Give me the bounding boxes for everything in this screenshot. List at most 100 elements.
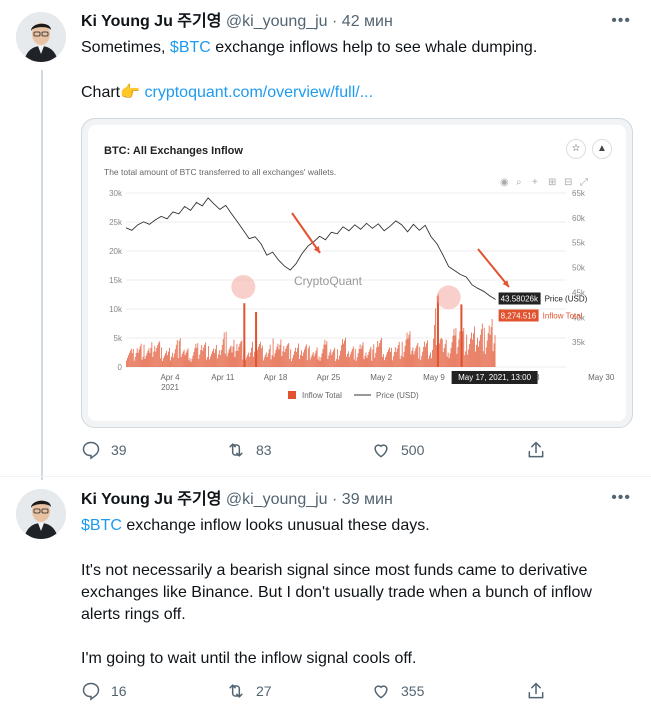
inflow-bar: [168, 351, 169, 367]
right-axis-tick-label: 55k: [572, 239, 586, 248]
inflow-bar: [268, 349, 270, 367]
inflow-bar: [439, 339, 441, 367]
inflow-bar: [250, 352, 252, 367]
inflow-bar: [426, 343, 428, 367]
tweet-2[interactable]: Ki Young Ju 주기영 @ki_young_ju · 39 мин ••…: [0, 476, 651, 713]
chart-url-link[interactable]: cryptoquant.com/overview/full/...: [145, 84, 374, 101]
inflow-bar: [173, 353, 175, 367]
inflow-bar: [449, 353, 451, 367]
inflow-bar: [270, 359, 272, 367]
like-button[interactable]: 500: [371, 440, 424, 460]
inflow-bar: [160, 358, 162, 367]
inflow-bar: [261, 345, 263, 367]
author-name[interactable]: Ki Young Ju 주기영: [81, 13, 221, 30]
inflow-bar: [148, 348, 150, 367]
inflow-bar: [300, 354, 301, 367]
inflow-bar: [183, 349, 185, 367]
inflow-bar: [254, 351, 255, 367]
share-button[interactable]: [526, 681, 546, 701]
reply-button[interactable]: 39: [81, 440, 127, 460]
reply-button[interactable]: 16: [81, 681, 127, 701]
inflow-bar: [315, 350, 317, 367]
inflow-bar: [399, 359, 401, 367]
share-icon: [528, 441, 544, 458]
inflow-bar: [234, 357, 236, 367]
inflow-bar: [186, 350, 188, 367]
chart-image[interactable]: BTC: All Exchanges Inflow The total amou…: [81, 118, 633, 428]
inflow-bar: [333, 349, 335, 367]
inflow-bar: [484, 354, 486, 367]
author-handle[interactable]: @ki_young_ju: [226, 13, 328, 30]
inflow-bar: [394, 347, 396, 367]
watermark: CryptoQuant: [294, 274, 363, 288]
like-button[interactable]: 355: [371, 681, 424, 701]
inflow-bar: [390, 352, 391, 367]
cashtag-link[interactable]: $BTC: [81, 517, 122, 534]
inflow-bar: [369, 349, 371, 367]
inflow-bar: [191, 359, 193, 367]
inflow-bar: [367, 354, 369, 367]
inflow-bar: [413, 354, 415, 367]
inflow-bar: [297, 347, 298, 367]
inflow-bar: [390, 347, 392, 367]
inflow-bar: [267, 353, 269, 367]
retweet-button[interactable]: 27: [226, 681, 272, 701]
inflow-bar: [490, 327, 492, 367]
cashtag-link[interactable]: $BTC: [170, 39, 211, 56]
inflow-bar: [488, 325, 490, 367]
inflow-bar: [358, 348, 360, 367]
inflow-spike-bar: [436, 296, 439, 367]
inflow-bar: [421, 356, 423, 367]
inflow-bar: [479, 334, 481, 367]
inflow-bar: [433, 338, 434, 367]
inflow-bar: [257, 349, 258, 367]
inflow-bar: [271, 355, 273, 367]
inflow-bar: [434, 308, 436, 367]
inflow-bar: [379, 343, 381, 367]
more-options-icon[interactable]: •••: [611, 489, 631, 507]
tweet-1[interactable]: Ki Young Ju 주기영 @ki_young_ju · 42 мин ••…: [0, 0, 651, 476]
legend-swatch-inflow: [288, 391, 296, 399]
inflow-bar: [483, 327, 485, 367]
inflow-bar: [441, 339, 443, 367]
avatar[interactable]: [16, 489, 66, 539]
inflow-bar: [467, 354, 469, 367]
inflow-bar: [459, 331, 461, 367]
retweet-button[interactable]: 83: [226, 440, 272, 460]
separator-dot: ·: [332, 491, 338, 508]
inflow-bar: [463, 327, 465, 367]
author-handle[interactable]: @ki_young_ju: [226, 491, 328, 508]
timestamp[interactable]: 42 мин: [342, 13, 393, 30]
legend-label-inflow: Inflow Total: [302, 391, 342, 400]
share-button[interactable]: [526, 440, 546, 460]
inflow-bar: [287, 344, 289, 367]
timestamp[interactable]: 39 мин: [342, 491, 393, 508]
inflow-bar: [311, 354, 313, 367]
inflow-bar: [306, 360, 308, 367]
inflow-bar: [414, 351, 416, 367]
inflow-bar: [455, 328, 457, 367]
inflow-bar: [209, 359, 210, 367]
inflow-bar: [237, 350, 239, 367]
inflow-bar: [354, 348, 356, 367]
right-axis-tick-label: 60k: [572, 214, 586, 223]
more-options-icon[interactable]: •••: [611, 12, 631, 30]
inflow-bar: [205, 342, 207, 367]
inflow-bar: [182, 351, 184, 367]
inflow-bar: [360, 348, 362, 367]
inflow-bar: [475, 351, 476, 367]
avatar[interactable]: [16, 12, 66, 62]
inflow-bar: [353, 359, 355, 367]
inflow-bar: [144, 358, 146, 367]
inflow-bar: [489, 334, 491, 367]
inflow-bar: [171, 352, 173, 367]
left-axis-tick-label: 0: [118, 363, 123, 372]
inflow-bar: [444, 343, 446, 367]
author-name[interactable]: Ki Young Ju 주기영: [81, 491, 221, 508]
inflow-bar: [481, 323, 483, 367]
inflow-bar: [454, 335, 456, 367]
inflow-bar: [432, 349, 433, 367]
inflow-bar: [280, 339, 282, 367]
right-axis-tick-label: 35k: [572, 338, 586, 347]
x-axis-tick-label: 2021: [161, 383, 179, 392]
